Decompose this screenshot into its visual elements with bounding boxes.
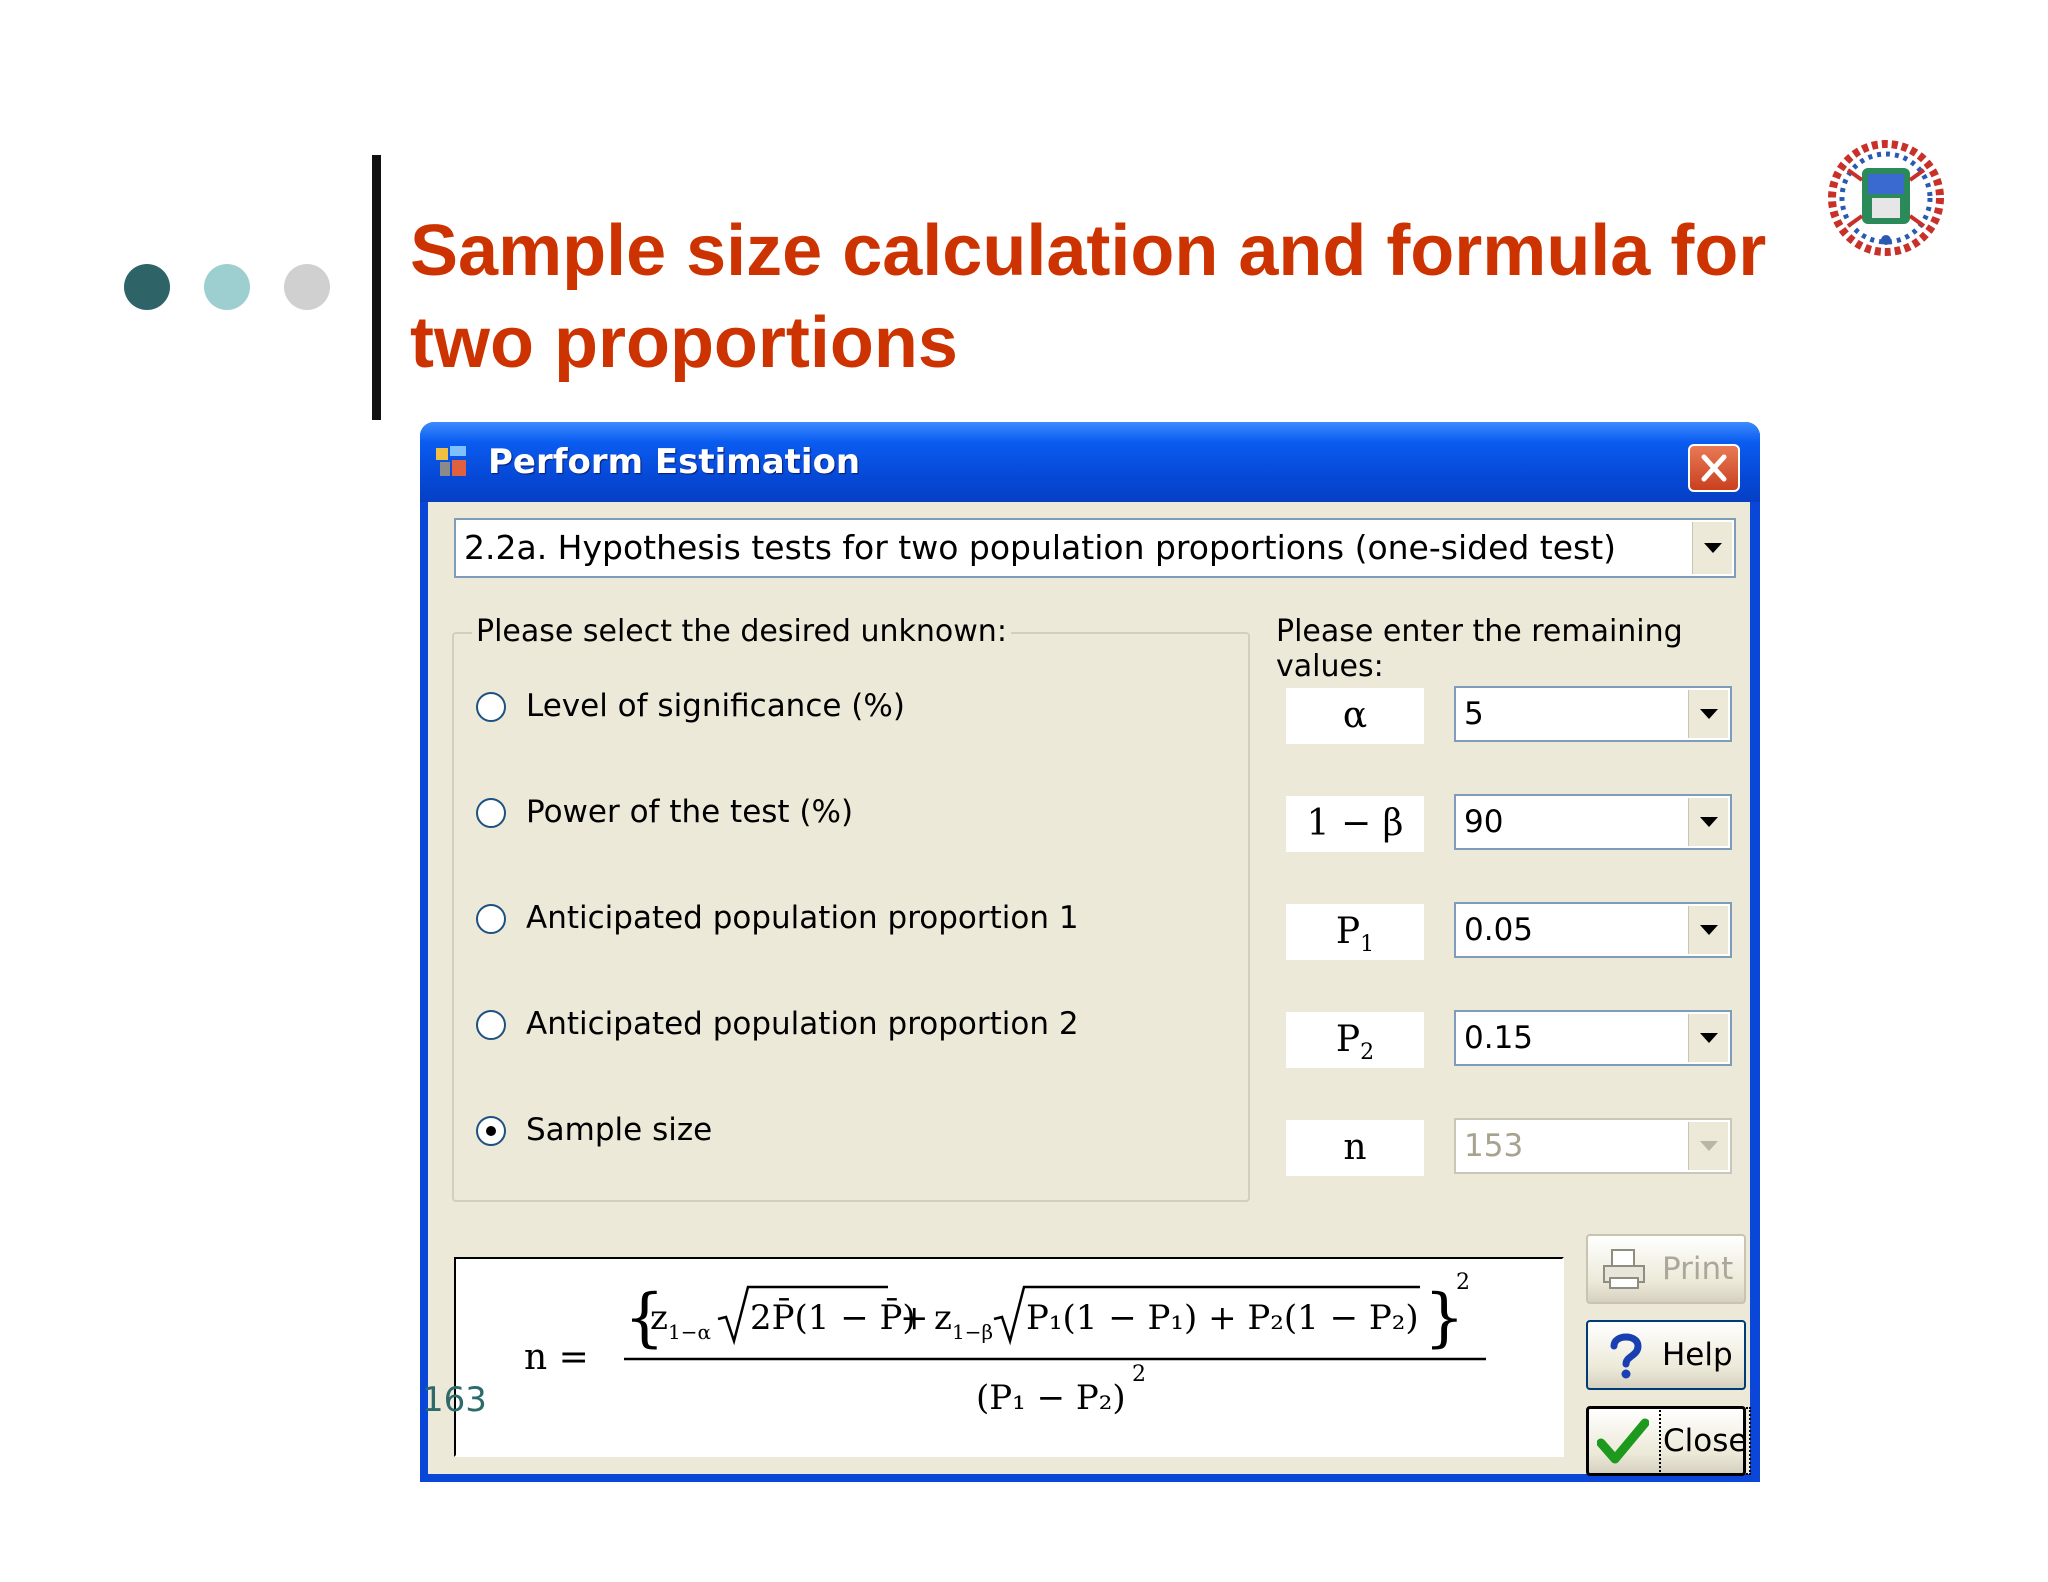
- radio-button-selected[interactable]: [476, 1116, 506, 1146]
- radio-dot-icon: [486, 1126, 496, 1136]
- p2-symbol: P2: [1286, 1012, 1424, 1068]
- close-icon: [1701, 454, 1727, 482]
- n-symbol: n: [1286, 1120, 1424, 1176]
- slide-dot-gray: [284, 264, 330, 310]
- power-dropdown-button[interactable]: [1688, 798, 1728, 846]
- close-label: Close: [1658, 1407, 1752, 1475]
- z-alpha: z: [650, 1298, 668, 1338]
- dialog-body: 2.2a. Hypothesis tests for two populatio…: [428, 502, 1752, 1476]
- n-dropdown-button: [1688, 1122, 1728, 1170]
- test-type-dropdown-button[interactable]: [1692, 522, 1732, 574]
- radio-label: Level of significance (%): [526, 688, 905, 724]
- radio-label: Anticipated population proportion 1: [526, 900, 1079, 936]
- p2-select[interactable]: 0.15: [1454, 1010, 1732, 1066]
- chevron-down-icon: [1700, 709, 1718, 719]
- sample-size-formula: n = { z 1−α 2P̄(1 − P̄) + z 1−β P₁(1 − P…: [524, 1270, 1486, 1418]
- crest-logo: [1828, 140, 1944, 256]
- p1-symbol: P1: [1286, 904, 1424, 960]
- p1-value: 0.05: [1464, 912, 1534, 948]
- power-value: 90: [1464, 804, 1504, 840]
- radio-label: Sample size: [526, 1112, 713, 1148]
- z-beta: z: [934, 1298, 952, 1338]
- numerator-exponent: 2: [1456, 1270, 1470, 1295]
- remaining-values-label: Please enter the remaining values:: [1276, 614, 1683, 684]
- radio-button[interactable]: [476, 798, 506, 828]
- slide-dot-teal: [204, 264, 250, 310]
- window-title: Perform Estimation: [488, 442, 861, 482]
- app-icon: [436, 446, 466, 476]
- p1-dropdown-button[interactable]: [1688, 906, 1728, 954]
- alpha-symbol: α: [1286, 688, 1424, 744]
- test-type-value: 2.2a. Hypothesis tests for two populatio…: [464, 528, 1617, 567]
- p-terms: P₁(1 − P₁) + P₂(1 − P₂): [1026, 1298, 1419, 1338]
- window-titlebar[interactable]: Perform Estimation: [420, 422, 1760, 502]
- help-label: Help: [1662, 1337, 1733, 1373]
- p2-dropdown-button[interactable]: [1688, 1014, 1728, 1062]
- denominator: (P₁ − P₂): [976, 1378, 1126, 1418]
- slide-divider: [372, 155, 381, 420]
- power-symbol: 1 − β: [1286, 796, 1424, 852]
- test-type-select[interactable]: 2.2a. Hypothesis tests for two populatio…: [454, 518, 1736, 578]
- chevron-down-icon: [1700, 925, 1718, 935]
- formula-display: n = { z 1−α 2P̄(1 − P̄) + z 1−β P₁(1 − P…: [454, 1257, 1564, 1457]
- help-button[interactable]: Help: [1586, 1320, 1746, 1390]
- radio-button[interactable]: [476, 1010, 506, 1040]
- p1-select[interactable]: 0.05: [1454, 902, 1732, 958]
- z-alpha-sub: 1−α: [668, 1320, 711, 1344]
- chevron-down-icon: [1700, 1033, 1718, 1043]
- n-select: 153: [1454, 1118, 1732, 1174]
- n-value: 153: [1464, 1128, 1524, 1164]
- two-pbar-term: 2P̄(1 − P̄): [750, 1297, 916, 1338]
- alpha-select[interactable]: 5: [1454, 686, 1732, 742]
- window-close-button[interactable]: [1688, 444, 1740, 492]
- radio-label: Anticipated population proportion 2: [526, 1006, 1079, 1042]
- alpha-dropdown-button[interactable]: [1688, 690, 1728, 738]
- radio-button[interactable]: [476, 904, 506, 934]
- radio-button[interactable]: [476, 692, 506, 722]
- slide-dot-dark: [124, 264, 170, 310]
- page-number: 163: [422, 1380, 487, 1420]
- formula-lhs: n =: [524, 1337, 589, 1378]
- printer-icon: [1603, 1249, 1645, 1289]
- p2-value: 0.15: [1464, 1020, 1534, 1056]
- chevron-down-icon: [1700, 817, 1718, 827]
- chevron-down-icon: [1700, 1141, 1718, 1151]
- print-label: Print: [1662, 1251, 1734, 1287]
- denominator-exponent: 2: [1132, 1362, 1146, 1387]
- plus-sign: +: [900, 1298, 929, 1338]
- z-beta-sub: 1−β: [952, 1320, 993, 1344]
- radio-label: Power of the test (%): [526, 794, 854, 830]
- question-mark-icon: [1610, 1333, 1642, 1379]
- unknown-group-label: Please select the desired unknown:: [472, 614, 1011, 649]
- close-button[interactable]: Close: [1586, 1406, 1752, 1476]
- power-select[interactable]: 90: [1454, 794, 1732, 850]
- print-button[interactable]: Print: [1586, 1234, 1746, 1304]
- alpha-value: 5: [1464, 696, 1484, 732]
- chevron-down-icon: [1704, 543, 1722, 553]
- checkmark-icon: [1597, 1418, 1649, 1464]
- perform-estimation-window: Perform Estimation 2.2a. Hypothesis test…: [420, 422, 1760, 1482]
- slide-title: Sample size calculation and formula for …: [410, 211, 1767, 383]
